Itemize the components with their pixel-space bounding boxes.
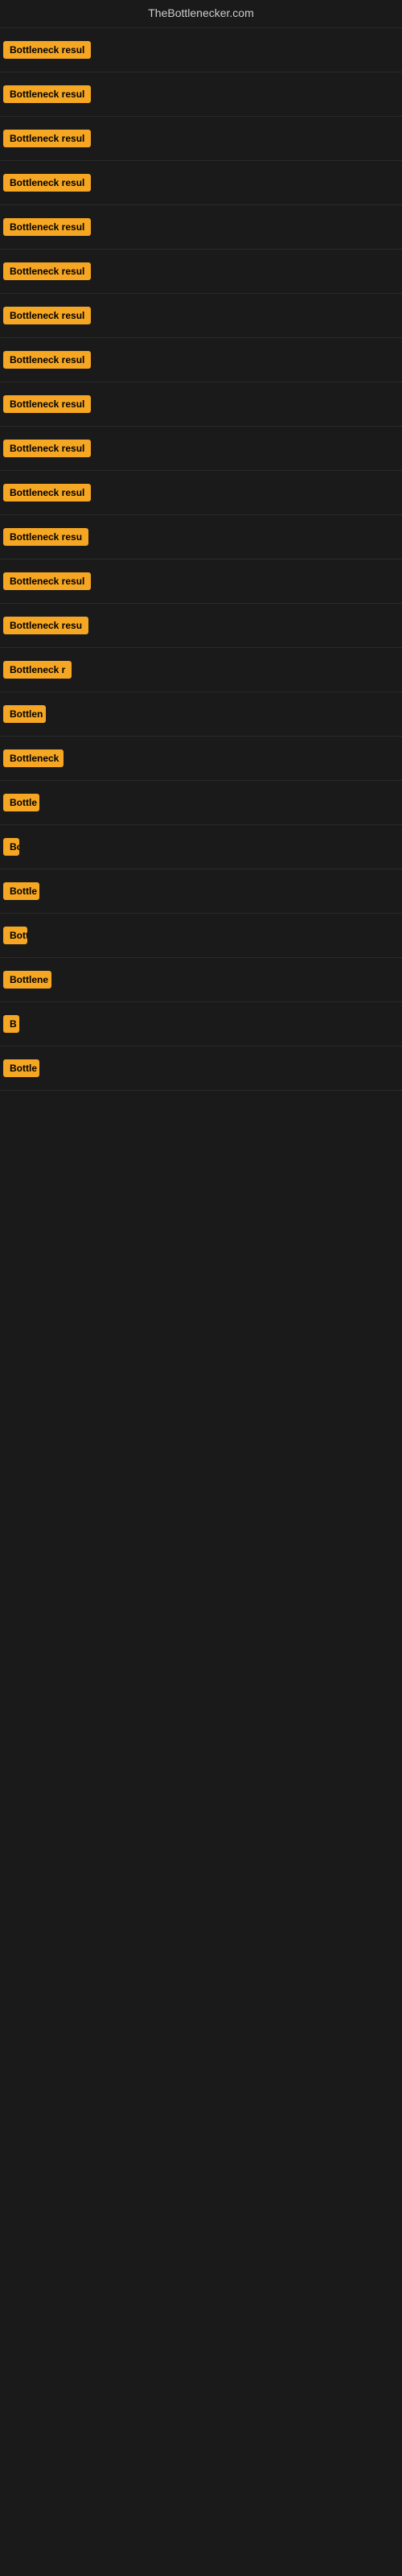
bottleneck-badge[interactable]: Bottleneck resu (3, 617, 88, 634)
bottleneck-badge[interactable]: Bottle (3, 794, 39, 811)
bottleneck-badge[interactable]: Bottleneck resul (3, 130, 91, 147)
result-row[interactable]: B (0, 1002, 402, 1046)
bottleneck-badge[interactable]: Bottle (3, 1059, 39, 1077)
result-row[interactable]: Bottleneck resul (0, 250, 402, 294)
bottleneck-badge[interactable]: Bottlene (3, 971, 51, 989)
result-row[interactable]: Bottleneck resul (0, 294, 402, 338)
bottleneck-badge[interactable]: Bott (3, 927, 27, 944)
bottleneck-badge[interactable]: B (3, 1015, 19, 1033)
site-title-bar: TheBottlenecker.com (0, 0, 402, 28)
bottleneck-badge[interactable]: Bottleneck (3, 749, 64, 767)
result-row[interactable]: Bo (0, 825, 402, 869)
result-row[interactable]: Bottlene (0, 958, 402, 1002)
bottleneck-badge[interactable]: Bottleneck resul (3, 307, 91, 324)
result-row[interactable]: Bottleneck resul (0, 205, 402, 250)
bottleneck-badge[interactable]: Bo (3, 838, 19, 856)
bottleneck-badge[interactable]: Bottleneck resu (3, 528, 88, 546)
bottleneck-badge[interactable]: Bottleneck resul (3, 85, 91, 103)
bottleneck-badge[interactable]: Bottleneck resul (3, 440, 91, 457)
result-row[interactable]: Bottleneck resul (0, 161, 402, 205)
bottleneck-badge[interactable]: Bottleneck resul (3, 218, 91, 236)
result-row[interactable]: Bottle (0, 1046, 402, 1091)
result-row[interactable]: Bottleneck resul (0, 382, 402, 427)
result-row[interactable]: Bottleneck resul (0, 117, 402, 161)
bottleneck-badge[interactable]: Bottle (3, 882, 39, 900)
result-row[interactable]: Bottleneck resul (0, 427, 402, 471)
bottleneck-badge[interactable]: Bottleneck resul (3, 174, 91, 192)
result-row[interactable]: Bottleneck r (0, 648, 402, 692)
site-title: TheBottlenecker.com (148, 0, 254, 26)
bottleneck-badge[interactable]: Bottleneck resul (3, 572, 91, 590)
result-row[interactable]: Bottle (0, 781, 402, 825)
bottleneck-badge[interactable]: Bottleneck resul (3, 41, 91, 59)
result-row[interactable]: Bottle (0, 869, 402, 914)
result-row[interactable]: Bottleneck resul (0, 471, 402, 515)
result-row[interactable]: Bottlen (0, 692, 402, 737)
result-row[interactable]: Bottleneck resul (0, 28, 402, 72)
bottleneck-badge[interactable]: Bottlen (3, 705, 46, 723)
result-row[interactable]: Bottleneck resul (0, 72, 402, 117)
bottleneck-badge[interactable]: Bottleneck r (3, 661, 72, 679)
result-row[interactable]: Bottleneck resul (0, 338, 402, 382)
bottleneck-badge[interactable]: Bottleneck resul (3, 351, 91, 369)
result-row[interactable]: Bott (0, 914, 402, 958)
result-row[interactable]: Bottleneck resu (0, 604, 402, 648)
result-row[interactable]: Bottleneck resul (0, 559, 402, 604)
results-list: Bottleneck resul Bottleneck resul Bottlene… (0, 28, 402, 1091)
result-row[interactable]: Bottleneck resu (0, 515, 402, 559)
bottleneck-badge[interactable]: Bottleneck resul (3, 395, 91, 413)
bottleneck-badge[interactable]: Bottleneck resul (3, 484, 91, 502)
result-row[interactable]: Bottleneck (0, 737, 402, 781)
bottleneck-badge[interactable]: Bottleneck resul (3, 262, 91, 280)
